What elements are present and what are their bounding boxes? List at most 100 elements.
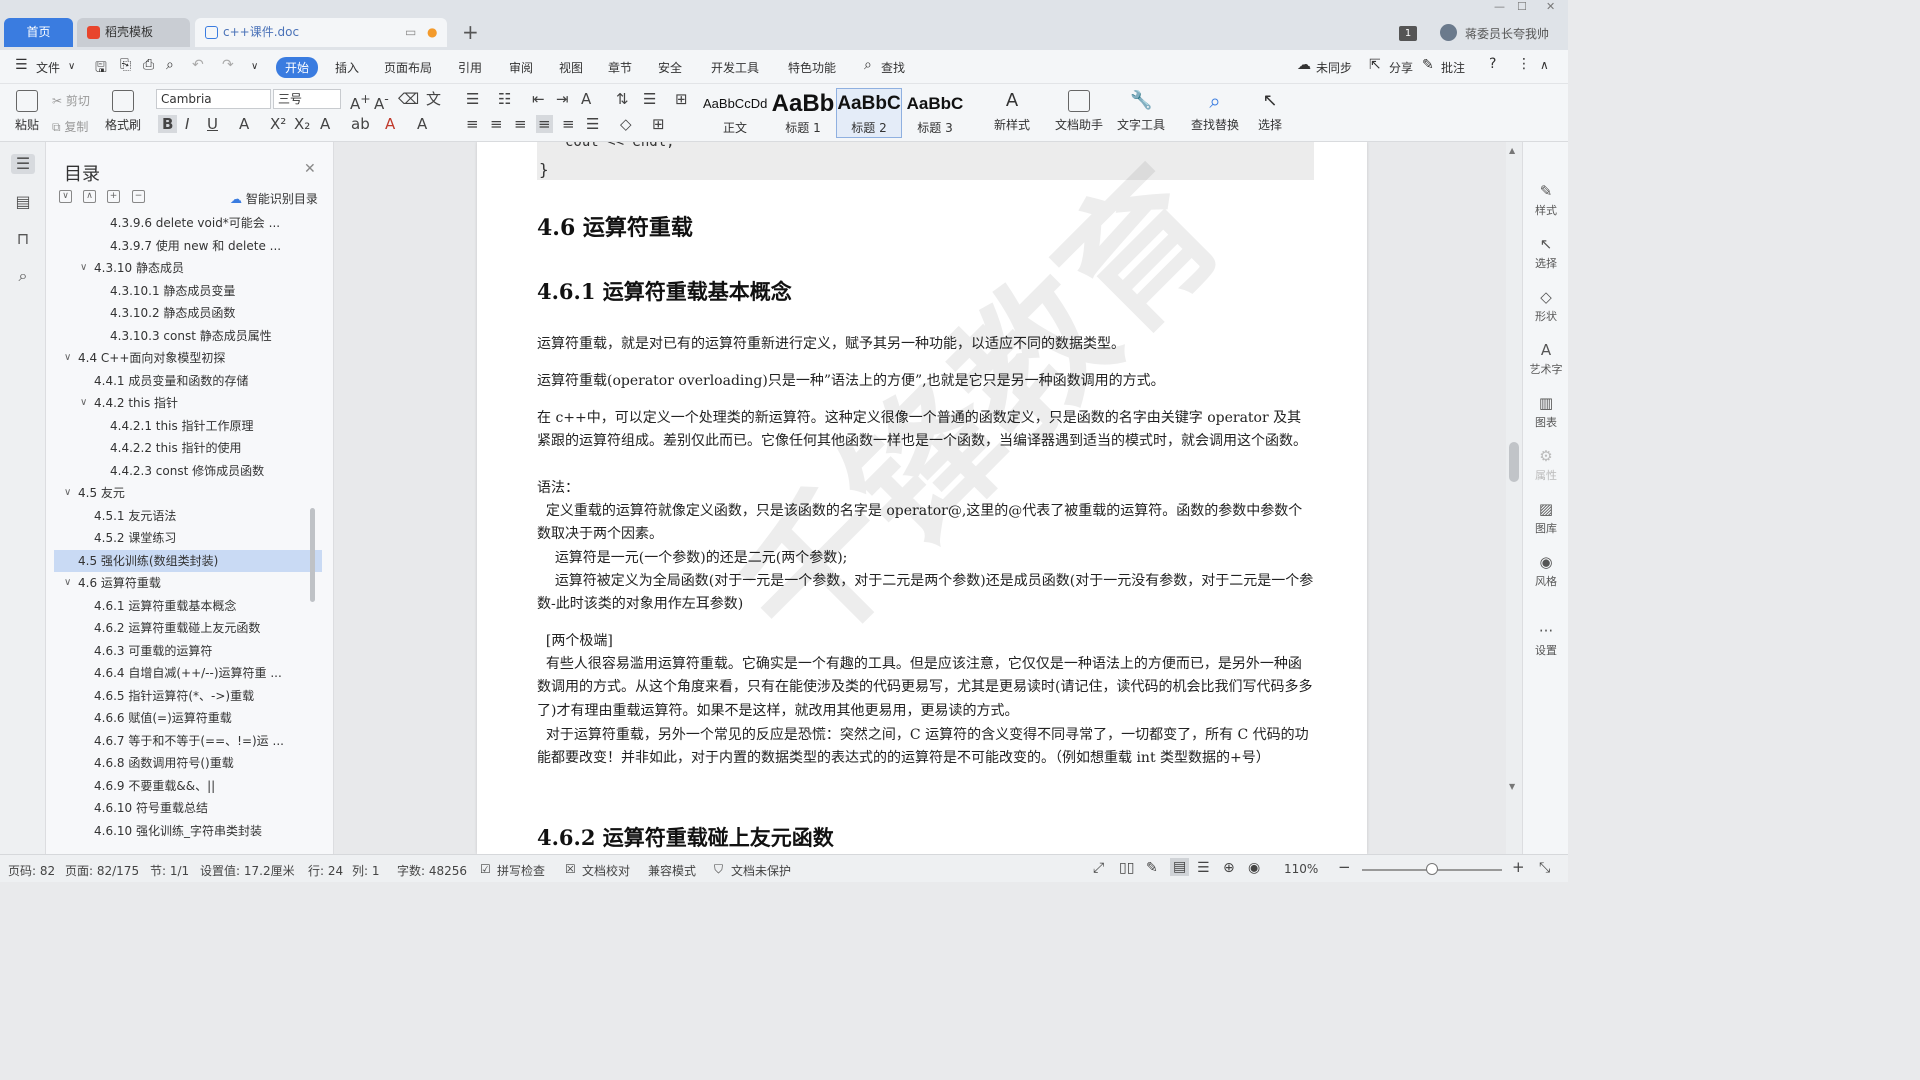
distribute-icon[interactable]: ≡ <box>562 115 575 133</box>
rightbar-settings[interactable]: ··· 设置 <box>1523 622 1569 658</box>
char-scale-icon[interactable]: A <box>581 90 591 108</box>
fullscreen-icon[interactable]: ⤢ <box>1093 860 1104 876</box>
toc-item[interactable]: 4.4.2.2 this 指针的使用 <box>54 437 322 460</box>
status-words[interactable]: 字数: 48256 <box>397 862 467 879</box>
status-col[interactable]: 列: 1 <box>352 862 380 879</box>
style-normal[interactable]: AaBbCcDd 正文 <box>702 88 768 138</box>
collapse-ribbon-icon[interactable]: ∧ <box>1540 58 1549 72</box>
shrink-font-icon[interactable]: A- <box>374 90 389 113</box>
tab-count-badge[interactable]: 1 <box>1399 26 1417 41</box>
customize-icon[interactable]: ∨ <box>251 61 258 72</box>
document-page[interactable]: cout << endl; } 4.6 运算符重载 4.6.1 运算符重载基本概… <box>477 142 1367 854</box>
toc-toggle-icon[interactable]: ∨ <box>64 572 71 595</box>
find-replace-button[interactable]: ⌕ 查找替换 <box>1186 90 1244 133</box>
toc-scrollbar[interactable] <box>310 508 315 602</box>
search-icon[interactable]: ⌕ <box>864 57 872 73</box>
toc-item[interactable]: 4.6.10 强化训练_字符串类封装 <box>54 820 322 843</box>
maximize-icon[interactable]: ☐ <box>1517 0 1527 13</box>
add-heading-icon[interactable]: + <box>107 190 120 203</box>
rightbar-select[interactable]: ↖ 选择 <box>1523 235 1569 271</box>
menu-devtools[interactable]: 开发工具 <box>711 59 759 76</box>
rightbar-wordart[interactable]: A 艺术字 <box>1523 341 1569 377</box>
save-icon[interactable]: 🖫 <box>95 57 107 81</box>
toc-item[interactable]: 4.3.10.1 静态成员变量 <box>54 280 322 303</box>
toc-item[interactable]: ∨ 4.6 运算符重载 <box>54 572 322 595</box>
clear-format-icon[interactable]: ⌫ <box>398 90 419 108</box>
find-icon[interactable]: ⌕ <box>13 266 33 286</box>
align-left-icon[interactable]: ≡ <box>466 115 479 133</box>
toc-item[interactable]: 4.6.8 函数调用符号()重载 <box>54 752 322 775</box>
toc-item[interactable]: 4.6.10 符号重载总结 <box>54 797 322 820</box>
menu-share[interactable]: 分享 <box>1389 59 1413 76</box>
rightbar-chart[interactable]: ▥ 图表 <box>1523 394 1569 430</box>
scroll-down-icon[interactable]: ▼ <box>1509 782 1515 791</box>
rightbar-gallery[interactable]: ▨ 图库 <box>1523 500 1569 536</box>
hamburger-icon[interactable]: ☰ <box>15 57 28 73</box>
outdent-icon[interactable]: ⇤ <box>532 90 545 108</box>
page-view-icon[interactable]: ▤ <box>1170 858 1190 876</box>
text-tools-button[interactable]: 🔧 文字工具 <box>1112 90 1170 133</box>
new-style-button[interactable]: A 新样式 <box>989 90 1035 133</box>
collapse-all-icon[interactable]: ∨ <box>59 190 72 203</box>
highlight-icon[interactable]: ab <box>351 115 370 133</box>
paste-button[interactable]: 粘贴 <box>8 90 46 133</box>
cloud-sync-icon[interactable]: ☁ <box>1297 57 1311 73</box>
font-name-select[interactable]: Cambria <box>156 89 271 109</box>
status-row[interactable]: 行: 24 <box>308 862 343 879</box>
toc-item[interactable]: 4.5.1 友元语法 <box>54 505 322 528</box>
cut-button[interactable]: ✂ 剪切 <box>52 92 90 109</box>
underline-icon[interactable]: U <box>207 115 218 133</box>
format-painter-button[interactable]: 格式刷 <box>103 90 143 133</box>
status-page-code[interactable]: 页码: 82 <box>8 862 55 879</box>
shield-icon[interactable]: ⛉ <box>714 862 723 877</box>
user-name[interactable]: 蒋委员长夸我帅 <box>1465 25 1549 42</box>
strikethrough-icon[interactable]: A <box>239 115 249 133</box>
toc-item[interactable]: 4.5.2 课堂练习 <box>54 527 322 550</box>
menu-security[interactable]: 安全 <box>658 59 682 76</box>
status-setting[interactable]: 设置值: 17.2厘米 <box>200 862 295 879</box>
menu-review[interactable]: 审阅 <box>509 59 533 76</box>
style-heading3[interactable]: AaBbC 标题 3 <box>902 88 968 138</box>
table-grid-icon[interactable]: ⊞ <box>675 90 688 108</box>
menu-search[interactable]: 查找 <box>881 59 905 76</box>
toc-item[interactable]: 4.4.2.3 const 修饰成员函数 <box>54 460 322 483</box>
redo-icon[interactable]: ↷ <box>222 57 234 73</box>
undo-icon[interactable]: ↶ <box>192 57 204 73</box>
more-icon[interactable]: ⋮ <box>1517 56 1531 72</box>
menu-insert[interactable]: 插入 <box>335 59 359 76</box>
bold-icon[interactable]: B <box>158 115 178 133</box>
bookmark-icon[interactable]: ⊓ <box>13 229 33 249</box>
para-spacing-icon[interactable]: ☰ <box>586 115 599 133</box>
grow-font-icon[interactable]: A+ <box>350 90 371 113</box>
toc-item[interactable]: 4.3.10.3 const 静态成员属性 <box>54 325 322 348</box>
borders-icon[interactable]: ⊞ <box>652 115 665 133</box>
status-protect[interactable]: 文档未保护 <box>731 862 791 879</box>
rightbar-properties[interactable]: ⚙ 属性 <box>1523 447 1569 483</box>
status-compat[interactable]: 兼容模式 <box>648 862 696 879</box>
toc-item[interactable]: ∨ 4.5 友元 <box>54 482 322 505</box>
superscript-icon[interactable]: X² <box>270 115 286 133</box>
menu-chapter[interactable]: 章节 <box>608 59 632 76</box>
status-page[interactable]: 页面: 82/175 <box>65 862 139 879</box>
toc-item[interactable]: 4.5 强化训练(数组类封装) <box>54 549 322 572</box>
toc-item[interactable]: 4.6.3 可重载的运算符 <box>54 640 322 663</box>
font-color-icon[interactable]: A <box>385 115 395 133</box>
toc-toggle-icon[interactable]: ∨ <box>64 482 71 505</box>
toc-item[interactable]: 4.6.4 自增自减(++/--)运算符重 ... <box>54 662 322 685</box>
select-button[interactable]: ↖ 选择 <box>1252 90 1288 133</box>
print-icon[interactable]: ⎙ <box>143 57 154 73</box>
menu-comment[interactable]: 批注 <box>1441 59 1465 76</box>
menu-reference[interactable]: 引用 <box>458 59 482 76</box>
toc-toggle-icon[interactable]: ∨ <box>64 347 71 370</box>
fit-window-icon[interactable]: ⤡ <box>1539 860 1550 876</box>
char-border-icon[interactable]: A <box>417 115 427 133</box>
menu-layout[interactable]: 页面布局 <box>384 59 432 76</box>
status-spell[interactable]: 拼写检查 <box>497 862 545 879</box>
expand-all-icon[interactable]: ∧ <box>83 190 96 203</box>
line-spacing-icon[interactable]: ☰ <box>643 90 656 108</box>
toc-item[interactable]: 4.6.6 赋值(=)运算符重载 <box>54 707 322 730</box>
bullets-icon[interactable]: ☰ <box>466 90 479 108</box>
justify-icon[interactable]: ≡ <box>536 115 553 133</box>
read-mode-icon[interactable]: ▯▯ <box>1119 860 1134 876</box>
outline-view-icon[interactable]: ☰ <box>1197 860 1210 876</box>
